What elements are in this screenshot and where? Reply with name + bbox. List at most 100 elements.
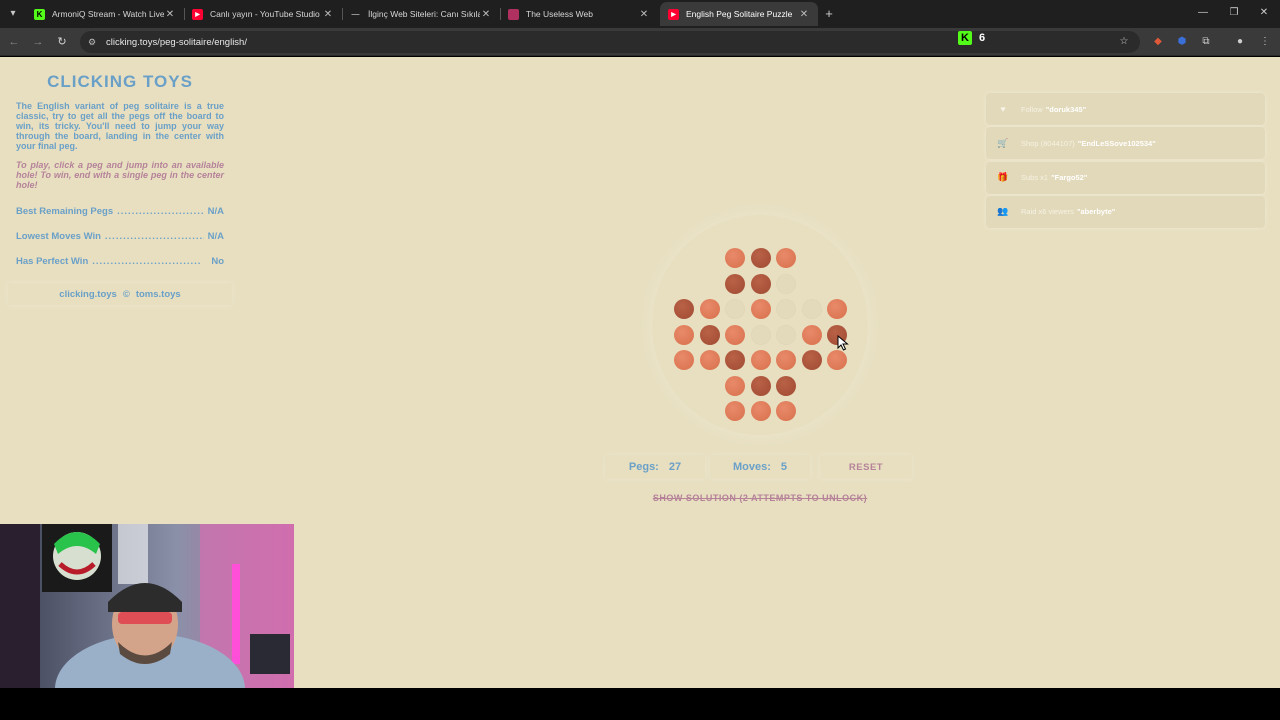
youtube-icon: ▶	[192, 8, 203, 20]
stat-best-remaining-pegs: Best Remaining Pegs ....................…	[16, 206, 224, 217]
game-instructions: To play, click a peg and jump into an av…	[16, 160, 224, 190]
close-icon[interactable]: ✕	[322, 9, 334, 20]
peg[interactable]	[776, 401, 796, 421]
dash-icon: —	[351, 9, 360, 19]
peg[interactable]	[776, 248, 796, 268]
peg[interactable]	[750, 273, 771, 294]
peg[interactable]	[699, 350, 720, 370]
credit-author-link[interactable]: toms.toys	[136, 289, 181, 300]
tab-search-icon[interactable]: ▾	[4, 6, 22, 22]
empty-hole[interactable]	[801, 299, 822, 319]
viewer-count: 6	[979, 32, 986, 44]
kick-icon: K	[958, 31, 972, 45]
alert-subs: 🎁 Subs x1 "Fargo52"	[986, 161, 1265, 194]
url-text[interactable]: clicking.toys/peg-solitaire/english/	[106, 37, 247, 48]
stat-lowest-moves-win: Lowest Moves Win .......................…	[16, 231, 224, 242]
empty-hole[interactable]	[776, 324, 796, 345]
extension-fox-icon[interactable]: ◆	[1150, 34, 1166, 50]
copyright-symbol: ©	[122, 288, 130, 300]
tab-useless-web[interactable]: The Useless Web ✕	[500, 2, 658, 26]
close-icon[interactable]: ✕	[638, 9, 650, 20]
peg[interactable]	[725, 375, 745, 396]
peg[interactable]	[725, 273, 745, 294]
peg[interactable]	[725, 350, 745, 370]
extensions-puzzle-icon[interactable]: ⧉	[1198, 34, 1214, 50]
peg[interactable]	[776, 375, 796, 396]
reset-button[interactable]: RESET	[820, 455, 912, 479]
tab-title: English Peg Solitaire Puzzle	[686, 9, 793, 19]
empty-hole[interactable]	[776, 273, 796, 294]
peg[interactable]	[750, 375, 771, 396]
tab-ilginc-web[interactable]: — İlginç Web Siteleri: Canı Sıkılan ✕	[342, 2, 500, 26]
tab-title: ArmoniQ Stream - Watch Live o	[52, 9, 164, 19]
raid-icon: 👥	[997, 206, 1009, 217]
alert-shop: 🛒 Shop (8044107) "EndLeSSove102534"	[986, 127, 1265, 160]
tab-peg-solitaire[interactable]: ▶ English Peg Solitaire Puzzle ✕	[660, 2, 818, 26]
more-menu-icon[interactable]: ⋮	[1258, 34, 1272, 50]
peg[interactable]	[750, 350, 771, 370]
site-title[interactable]: CLICKING TOYS	[8, 64, 232, 98]
kick-icon: K	[34, 8, 45, 20]
alert-raid: 👥 Raid x6 viewers "aberbyte"	[986, 195, 1265, 228]
browser-toolbar: ← → ↻ ⚙ clicking.toys/peg-solitaire/engl…	[0, 28, 1280, 56]
peg[interactable]	[674, 324, 694, 345]
tab-youtube-studio[interactable]: ▶ Canlı yayın - YouTube Studio ✕	[184, 2, 342, 26]
peg[interactable]	[674, 299, 694, 319]
empty-hole[interactable]	[776, 299, 796, 319]
peg[interactable]	[725, 324, 745, 345]
close-icon[interactable]: ✕	[480, 9, 492, 20]
site-info-icon[interactable]: ⚙	[88, 37, 100, 48]
extension-shield-icon[interactable]: ⬢	[1174, 34, 1190, 50]
peg[interactable]	[699, 299, 720, 319]
bookmark-star-icon[interactable]: ☆	[1116, 34, 1132, 50]
forward-icon[interactable]: →	[30, 34, 46, 50]
back-icon[interactable]: ←	[6, 34, 22, 50]
restore-icon[interactable]: ❐	[1227, 5, 1241, 21]
streamer-webcam-image	[0, 524, 294, 689]
browser-tab-bar: ▾ K ArmoniQ Stream - Watch Live o ✕ ▶ Ca…	[0, 0, 1280, 28]
stat-has-perfect-win: Has Perfect Win ........................…	[16, 256, 224, 267]
tab-title: İlginç Web Siteleri: Canı Sıkılan	[368, 9, 480, 19]
info-panel: CLICKING TOYS The English variant of peg…	[8, 64, 232, 305]
youtube-icon: ▶	[668, 8, 679, 20]
heart-icon: ♥	[1000, 104, 1006, 114]
alert-follow: ♥ Follow "doruk345"	[986, 93, 1265, 125]
new-tab-icon[interactable]: +	[822, 6, 836, 22]
peg[interactable]	[801, 350, 822, 370]
tab-title: Canlı yayın - YouTube Studio	[210, 9, 320, 19]
peg[interactable]	[699, 324, 720, 345]
mouse-cursor-icon	[837, 335, 849, 351]
cart-icon: 🛒	[997, 137, 1009, 148]
empty-hole[interactable]	[750, 324, 771, 345]
moves-counter: Moves: 5	[710, 455, 810, 479]
credit-footer: clicking.toys © toms.toys	[8, 283, 232, 305]
stats-list: Best Remaining Pegs ....................…	[8, 199, 232, 274]
close-icon[interactable]: ✕	[164, 9, 176, 20]
tab-armoniq[interactable]: K ArmoniQ Stream - Watch Live o ✕	[26, 2, 184, 26]
peg[interactable]	[801, 324, 822, 345]
gift-icon: 🎁	[997, 172, 1009, 183]
peg[interactable]	[725, 248, 745, 268]
close-icon[interactable]: ✕	[798, 9, 810, 20]
bottom-bar	[0, 688, 1280, 720]
credit-site-link[interactable]: clicking.toys	[59, 289, 117, 300]
reload-icon[interactable]: ↻	[54, 34, 70, 50]
peg[interactable]	[827, 299, 847, 319]
peg[interactable]	[725, 401, 745, 421]
minimize-icon[interactable]: —	[1196, 5, 1210, 21]
game-description: The English variant of peg solitaire is …	[16, 101, 224, 151]
peg[interactable]	[674, 350, 694, 370]
peg[interactable]	[776, 350, 796, 370]
peg[interactable]	[750, 401, 771, 421]
peg[interactable]	[750, 248, 771, 268]
pegs-counter: Pegs: 27	[605, 455, 705, 479]
profile-avatar-icon[interactable]: ●	[1232, 34, 1248, 50]
peg[interactable]	[750, 299, 771, 319]
useless-web-icon	[508, 8, 519, 20]
stream-alerts: ♥ Follow "doruk345" 🛒 Shop (8044107) "En…	[986, 93, 1265, 230]
show-solution-button[interactable]: SHOW SOLUTION (2 ATTEMPTS TO UNLOCK)	[620, 490, 900, 506]
peg[interactable]	[827, 350, 847, 370]
kick-viewer-badge: K 6	[958, 30, 985, 46]
empty-hole[interactable]	[725, 299, 745, 319]
window-close-icon[interactable]: ✕	[1257, 5, 1271, 21]
